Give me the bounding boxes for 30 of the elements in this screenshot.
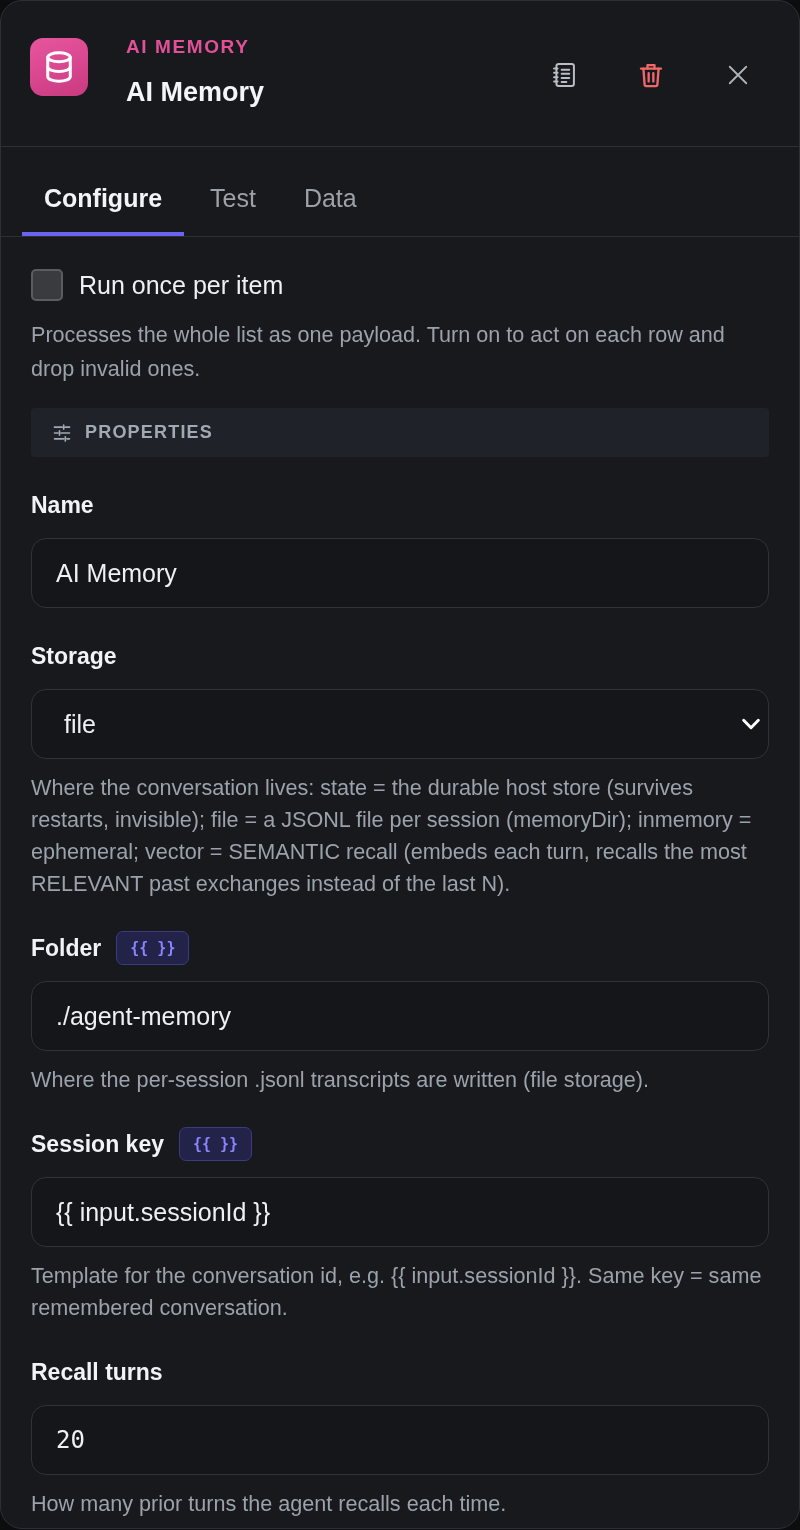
select-field[interactable]: file xyxy=(31,689,769,759)
checkbox-label: Run once per item xyxy=(79,270,284,301)
help-text: Template for the conversation id, e.g. {{ input.sessionId }}. Same key = same remembered conversation. xyxy=(31,1262,763,1322)
text-field[interactable]: ./agent-memory xyxy=(31,981,769,1051)
template-badge: {{ }} xyxy=(178,1127,253,1161)
text-field[interactable]: AI Memory xyxy=(31,538,769,608)
node-title: AI Memory xyxy=(126,76,265,108)
field-label: Storage xyxy=(31,642,117,671)
close-icon[interactable] xyxy=(727,64,749,86)
trash-icon[interactable] xyxy=(637,61,665,89)
field-label: Folder xyxy=(31,934,102,963)
node-type-label: AI MEMORY xyxy=(126,35,251,59)
help-text: Processes the whole list as one payload. Turn on to act on each row and drop invalid ones. xyxy=(31,321,726,383)
field-label: Recall turns xyxy=(31,1358,163,1387)
number-field[interactable]: 20 xyxy=(31,1405,769,1475)
checkbox[interactable] xyxy=(31,269,63,301)
database-icon xyxy=(30,38,88,96)
tab[interactable]: Test xyxy=(188,147,278,236)
tab[interactable]: Configure xyxy=(22,147,185,236)
template-badge: {{ }} xyxy=(116,931,190,965)
tab[interactable]: Data xyxy=(281,147,379,236)
help-text: How many prior turns the agent recalls each time. xyxy=(31,1490,508,1518)
help-text: Where the conversation lives: state = the durable host store (survives restarts, invisible); file = a JSONL file per session (memoryDir); inmemory = ephemeral; vector = SEMANTIC recall (embeds each turn, recalls the most RELEVANT past exchanges instead of the last N). xyxy=(31,774,753,898)
text-field[interactable]: {{ input.sessionId }} xyxy=(31,1177,769,1247)
help-text: Where the per-session .jsonl transcripts are written (file storage). xyxy=(31,1066,651,1094)
section-title: PROPERTIES xyxy=(85,422,214,443)
sliders-icon xyxy=(52,422,72,443)
notebook-icon[interactable] xyxy=(550,61,578,89)
field-label: Session key xyxy=(31,1130,164,1159)
field-label: Name xyxy=(31,491,94,520)
